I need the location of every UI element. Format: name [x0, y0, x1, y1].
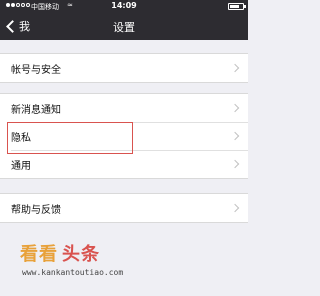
settings-item-new-message-notifications[interactable]: 新消息通知 — [0, 94, 248, 122]
page-title: 设置 — [113, 21, 135, 34]
watermark-kankan: 看看 — [20, 244, 58, 265]
chevron-right-icon — [230, 159, 240, 169]
chevron-right-icon — [230, 131, 240, 141]
chevron-right-icon — [230, 203, 240, 213]
settings-item-label: 帐号与安全 — [11, 65, 61, 76]
privacy-highlight-box — [7, 122, 133, 154]
status-bar: 中国移动 ≈ 14:09 — [0, 0, 248, 13]
watermark-logo: 看看 头条 www.kankantoutiao.com — [20, 240, 200, 288]
watermark-url: www.kankantoutiao.com — [22, 268, 124, 277]
chevron-right-icon — [230, 103, 240, 113]
settings-item-label: 帮助与反馈 — [11, 205, 61, 216]
settings-item-account-security[interactable]: 帐号与安全 — [0, 54, 248, 82]
settings-item-label: 通用 — [11, 161, 31, 172]
battery-icon — [228, 3, 244, 10]
settings-item-label: 新消息通知 — [11, 105, 61, 116]
top-bar: 中国移动 ≈ 14:09 我 设置 — [0, 0, 248, 40]
settings-item-help-feedback[interactable]: 帮助与反馈 — [0, 194, 248, 222]
settings-item-general[interactable]: 通用 — [0, 150, 248, 178]
chevron-right-icon — [230, 63, 240, 73]
status-time: 14:09 — [111, 1, 137, 10]
watermark-toutiao: 头条 — [62, 244, 100, 265]
navigation-bar: 我 设置 — [0, 13, 248, 40]
settings-group-account: 帐号与安全 — [0, 53, 248, 83]
settings-group-help: 帮助与反馈 — [0, 193, 248, 223]
